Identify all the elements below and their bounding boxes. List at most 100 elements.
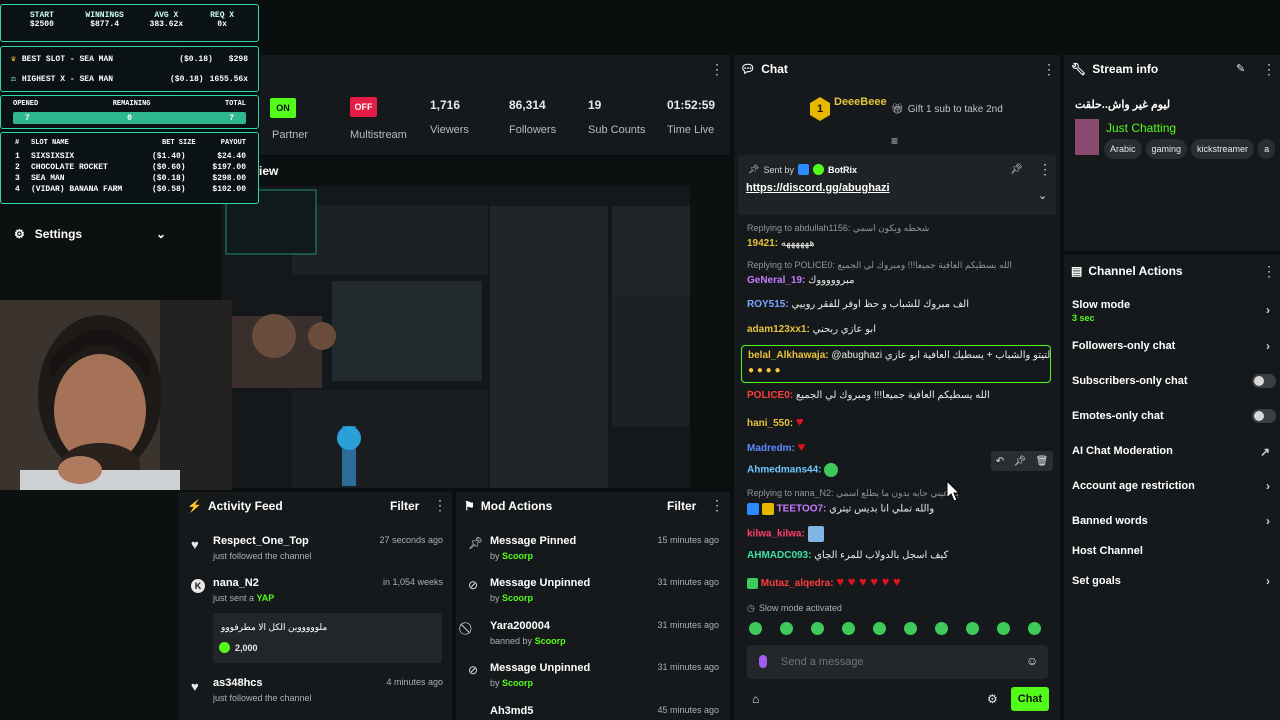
chat-username[interactable]: GeNeral_19: <box>747 275 805 286</box>
slot-name: CHOCOLATE ROCKET <box>31 163 108 172</box>
category-thumbnail[interactable] <box>1075 119 1099 155</box>
tag-chip[interactable]: Arabic <box>1104 139 1142 159</box>
tag-chip[interactable]: gaming <box>1145 139 1188 159</box>
mod-name[interactable]: Scoorp <box>502 593 533 603</box>
collapse-icon[interactable]: ≡ <box>891 134 898 148</box>
age-restriction-item[interactable]: Account age restriction › <box>1072 479 1280 493</box>
slow-mode-notice: ◷ Slow mode activated <box>747 603 842 614</box>
microphone-icon[interactable] <box>759 655 767 668</box>
gear-icon[interactable]: ⚙ <box>987 692 998 706</box>
external-link-icon: ↗ <box>1259 445 1270 459</box>
chat-text: ههههههه <box>780 238 815 249</box>
stream-info-menu-icon[interactable]: ⋮ <box>1262 61 1276 78</box>
chat-username[interactable]: belal_Alkhawaja: <box>748 350 829 361</box>
mod-menu-icon[interactable]: ⋮ <box>710 497 724 514</box>
emote-icon <box>824 463 839 477</box>
col-num: # <box>15 139 20 147</box>
unpin-icon: ⊘ <box>468 663 479 677</box>
feed-time: 27 seconds ago <box>379 535 443 545</box>
preview-frame-graphic <box>222 186 690 488</box>
banned-words-item[interactable]: Banned words › <box>1072 514 1280 528</box>
chat-username[interactable]: 19421: <box>747 238 778 249</box>
followers-only-item[interactable]: Followers-only chat › <box>1072 339 1280 353</box>
store-icon[interactable]: ⌂ <box>752 692 759 706</box>
best-slot-name: - SEA MAN <box>69 54 114 64</box>
tags-row: Arabic gaming kickstreamer a <box>1104 139 1280 159</box>
stream-preview-video[interactable] <box>222 186 690 488</box>
emote-icon[interactable] <box>1028 622 1041 635</box>
slow-mode-item[interactable]: Slow mode 3 sec › <box>1072 299 1280 323</box>
highlighted-message: belal_Alkhawaja: @abughazi تاكيو لتيتو و… <box>741 345 1051 383</box>
chevron-down-icon[interactable]: ⌄ <box>1038 189 1047 202</box>
pinned-sender[interactable]: BotRix <box>828 165 857 175</box>
chat-username[interactable]: adam123xx1: <box>747 324 810 335</box>
chat-username[interactable]: kilwa_kilwa: <box>747 529 805 540</box>
emotes-only-toggle[interactable] <box>1252 409 1276 423</box>
emote-icon[interactable] <box>935 622 948 635</box>
emote-icon[interactable] <box>780 622 793 635</box>
send-chat-button[interactable]: Chat <box>1011 687 1049 711</box>
unpin-icon[interactable]: 📌︎ <box>1010 164 1023 175</box>
reply-context: Replying to abdullah1156: شحطه ويكون اسم… <box>747 223 930 233</box>
list-item: Ah3md5 45 minutes ago <box>468 705 719 717</box>
feed-time: in 1,054 weeks <box>382 577 443 587</box>
category-name[interactable]: Just Chatting <box>1106 121 1176 135</box>
ai-moderation-item[interactable]: AI Chat Moderation ↗ <box>1072 445 1280 459</box>
slot-num: 1 <box>15 152 20 161</box>
activity-menu-icon[interactable]: ⋮ <box>433 497 447 514</box>
chat-username[interactable]: ROY515: <box>747 299 789 310</box>
chat-input-box[interactable]: ☺ <box>747 645 1048 679</box>
tag-chip[interactable]: a <box>1258 139 1276 159</box>
settings-menu[interactable]: ⚙ Settings ⌄ <box>14 227 166 241</box>
pinned-menu-icon[interactable]: ⋮ <box>1038 161 1052 178</box>
chat-menu-icon[interactable]: ⋮ <box>1042 61 1056 78</box>
highest-x-label: HIGHEST X <box>21 74 66 84</box>
top-gifter-name[interactable]: DeeeBeee <box>834 96 887 108</box>
emoji-picker-icon[interactable]: ☺ <box>1026 654 1038 668</box>
chat-username[interactable]: AHMADC093: <box>747 550 811 561</box>
overlay-summary: START $2500 WINNINGS $877.4 AVG X 383.62… <box>0 4 259 42</box>
stats-menu-icon[interactable]: ⋮ <box>710 61 724 78</box>
host-channel-item[interactable]: Host Channel <box>1072 545 1280 557</box>
mod-name[interactable]: Scoorp <box>502 551 533 561</box>
emote-icon[interactable] <box>873 622 886 635</box>
chat-input[interactable] <box>781 653 1011 671</box>
delete-icon[interactable]: 🗑︎ <box>1036 456 1049 467</box>
activity-filter-button[interactable]: Filter <box>390 499 419 513</box>
yap-message-card: ملوووووين الكل الا مطرفووو 2,000 <box>213 613 442 663</box>
emote-icon[interactable] <box>842 622 855 635</box>
chat-username[interactable]: POLICE0: <box>747 390 793 401</box>
mod-filter-button[interactable]: Filter <box>667 499 696 513</box>
pinned-link[interactable]: https://discord.gg/abughazi <box>738 175 1056 194</box>
pin-icon[interactable]: 📌︎ <box>1013 456 1026 467</box>
edit-icon[interactable]: ✎ <box>1236 62 1245 75</box>
chat-username[interactable]: Mutaz_alqedra: <box>761 578 834 589</box>
chat-username[interactable]: Madredm: <box>747 443 795 454</box>
flag-icon: ⚑ <box>464 499 475 513</box>
remaining-label: REMAINING <box>112 100 151 108</box>
chat-bubble-icon: 💬︎ <box>740 62 756 76</box>
req-label: REQ X <box>210 11 235 20</box>
chat-username[interactable]: Ahmedmans44: <box>747 465 821 476</box>
emote-icon[interactable] <box>749 622 762 635</box>
reply-context: Replying to nana_N2: يلا عيني جايه بدون … <box>747 488 960 498</box>
reply-icon[interactable]: ↶ <box>996 456 1004 467</box>
chat-username[interactable]: hani_550: <box>747 418 793 429</box>
set-goals-item[interactable]: Set goals › <box>1072 574 1280 588</box>
emote-icon[interactable] <box>966 622 979 635</box>
channel-actions-menu-icon[interactable]: ⋮ <box>1262 263 1276 280</box>
slot-name: SEA MAN <box>31 174 65 183</box>
emote-icon[interactable] <box>997 622 1010 635</box>
emote-icon[interactable] <box>811 622 824 635</box>
chat-username[interactable]: TEETOO7: <box>777 504 827 515</box>
activity-feed-title: Activity Feed <box>207 499 283 513</box>
col-bet: BET SIZE <box>162 139 196 147</box>
mod-name[interactable]: Scoorp <box>502 678 533 688</box>
emote-icon[interactable] <box>904 622 917 635</box>
chat-header: 💬︎ Chat <box>740 62 788 76</box>
gift-leaderboard[interactable]: 🎁︎ Gift 1 sub to take 2nd <box>891 104 1003 115</box>
mod-name[interactable]: Scoorp <box>535 636 566 646</box>
tag-chip[interactable]: kickstreamer <box>1191 139 1255 159</box>
subscribers-only-toggle[interactable] <box>1252 374 1276 388</box>
mod-by: by <box>490 551 500 561</box>
